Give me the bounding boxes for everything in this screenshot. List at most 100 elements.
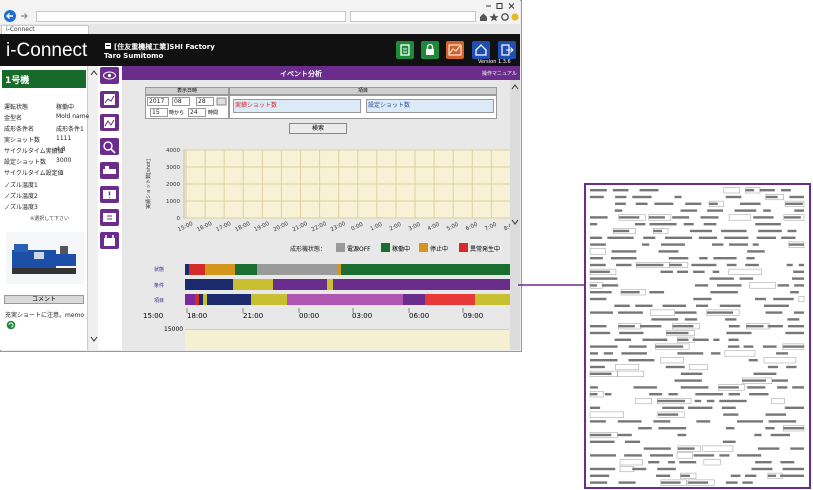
home-button[interactable] [472, 41, 490, 59]
form-text-line [737, 454, 762, 457]
main-scrollbar[interactable] [510, 80, 520, 350]
form-text-line [617, 420, 642, 423]
form-text-line [746, 257, 755, 260]
form-text-line [590, 236, 603, 239]
search-button[interactable]: 検索 [289, 123, 347, 134]
form-text-line [618, 216, 640, 219]
item1-select[interactable]: 実績ショット数 [233, 99, 361, 113]
form-text-line [753, 216, 774, 219]
scroll-up-icon[interactable] [90, 70, 98, 76]
form-text-line [786, 263, 793, 267]
nav-buttons[interactable] [3, 9, 33, 23]
form-text-line [613, 229, 630, 233]
scroll-down-icon[interactable] [511, 219, 519, 225]
logout-button[interactable] [498, 41, 516, 59]
form-text-line [713, 338, 720, 341]
form-text-line [590, 406, 601, 409]
form-text-line [754, 433, 762, 437]
nav-machine[interactable] [100, 162, 119, 179]
form-text-line [721, 406, 736, 409]
form-text-line [590, 195, 604, 199]
form-text-line [653, 229, 663, 233]
manual-link[interactable]: 操作マニュアル [482, 70, 517, 77]
form-text-line [590, 291, 612, 294]
field-label: サイクルタイム実績値 [4, 148, 64, 155]
logout-icon [501, 44, 514, 56]
duration-select[interactable]: 24 [188, 108, 206, 117]
row-label: 条件 [154, 283, 165, 289]
form-text-line [770, 433, 791, 437]
x-tick-label: 19:00 [253, 221, 270, 233]
form-text-line [752, 243, 759, 246]
form-text-line [706, 311, 734, 314]
form-text-line [717, 284, 742, 287]
year-select[interactable]: 2017 [147, 97, 169, 106]
form-text-line [780, 461, 795, 464]
form-text-line [724, 236, 749, 239]
form-text-line [767, 365, 779, 369]
browser-tools[interactable] [478, 11, 520, 22]
refresh-icon[interactable] [6, 320, 16, 330]
nav-alarm[interactable] [100, 186, 119, 203]
form-text-line [661, 243, 685, 246]
form-text-line [758, 229, 782, 233]
form-text-line [763, 209, 771, 212]
form-text-line [767, 474, 777, 477]
month-select[interactable]: 08 [172, 97, 190, 106]
x-tick-label: 6:00 [465, 222, 479, 233]
form-text-line [590, 325, 607, 328]
form-text-line [685, 202, 702, 205]
form-text-line [793, 270, 804, 273]
y-tick-label: 1000 [166, 199, 180, 205]
window-controls[interactable] [484, 2, 518, 10]
nav-trend-2[interactable] [100, 114, 119, 131]
chart-button[interactable] [446, 41, 464, 59]
form-text-line [765, 195, 778, 199]
tab-i-connect[interactable]: i-Connect [1, 25, 89, 34]
form-text-line [590, 345, 618, 348]
field-label: ノズル温度2 [4, 193, 38, 200]
form-text-line [677, 338, 689, 341]
nav-analysis[interactable] [100, 138, 119, 155]
x-tick-label: 5:00 [446, 222, 460, 233]
item2-select[interactable]: 設定ショット数 [366, 99, 494, 113]
form-text-line [747, 250, 765, 253]
hour-select[interactable]: 15 [150, 108, 168, 117]
browser-search[interactable] [350, 11, 476, 22]
form-text-line [698, 236, 718, 239]
scroll-up-icon[interactable] [511, 84, 519, 90]
day-select[interactable]: 28 [196, 97, 214, 106]
home-icon [480, 13, 487, 21]
form-text-line [590, 189, 607, 192]
report-button[interactable] [396, 41, 414, 59]
form-text-line [786, 365, 797, 369]
form-text-line [768, 420, 797, 423]
form-text-line [615, 202, 626, 205]
field-label: 設定ショット数 [4, 159, 47, 166]
form-text-line [680, 386, 709, 389]
calendar-icon[interactable] [216, 97, 227, 106]
form-text-line [614, 209, 623, 212]
form-text-line [642, 243, 650, 246]
form-text-line [721, 229, 747, 233]
form-text-line [755, 223, 781, 226]
nav-trend[interactable] [100, 91, 119, 108]
nav-maintenance[interactable] [100, 209, 119, 226]
x-tick-label: 18:00 [234, 221, 251, 233]
form-text-line [728, 338, 739, 341]
legend-swatch [419, 243, 428, 252]
nav-settings[interactable] [100, 232, 119, 249]
form-text-line [794, 284, 804, 287]
form-text-line [688, 406, 713, 409]
form-text-line [748, 359, 758, 362]
left-scrollbar[interactable] [89, 66, 98, 350]
form-text-line [694, 284, 709, 287]
form-text-line [703, 223, 717, 226]
address-bar[interactable] [36, 11, 346, 22]
form-text-line [787, 318, 800, 321]
lock-button[interactable] [421, 41, 439, 59]
nav-monitor[interactable] [100, 67, 119, 84]
scroll-down-icon[interactable] [90, 336, 98, 342]
form-text-line [590, 263, 606, 267]
form-text-line [615, 195, 627, 199]
